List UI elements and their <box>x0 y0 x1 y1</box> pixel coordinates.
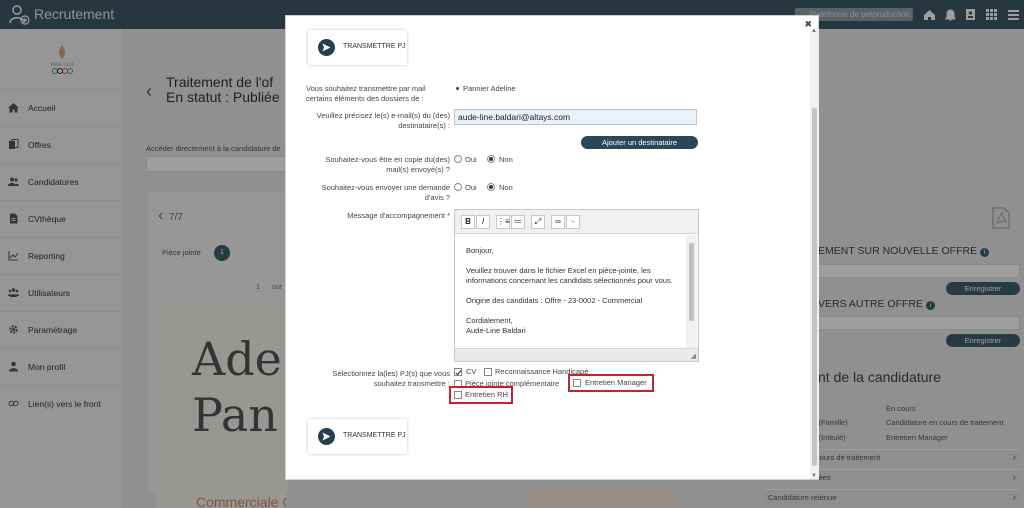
scroll-up-icon[interactable]: ▲ <box>811 28 817 34</box>
pj-manager-label: Entretien Manager <box>585 378 647 387</box>
pj-select-label: Sélectionnez la(les) PJ(s) que vous souh… <box>332 369 450 388</box>
review-oui-label: Oui <box>465 183 477 192</box>
editor-toolbar: B I ⋮≡ ≔ ⤢ ∞ ⌁ <box>455 210 698 234</box>
pj-handicap-checkbox[interactable] <box>484 368 492 376</box>
resize-handle-icon[interactable]: ◢ <box>691 352 696 360</box>
review-question-label: Souhaitez-vous envoyer une demande d'avi… <box>321 183 450 202</box>
modal-scrollbar-thumb[interactable] <box>812 108 817 466</box>
transmit-pj-modal: ✖ ▲ ▼ TRANSMETTRE PJ Vous souhaitez tran… <box>285 15 819 480</box>
unlink-icon[interactable]: ⌁ <box>566 215 580 229</box>
pj-cv-checkbox[interactable] <box>454 368 462 376</box>
message-label: Message d'accompagnement * <box>347 211 450 220</box>
editor-scrollbar[interactable] <box>686 235 697 348</box>
modal-scrollbar[interactable]: ▲ ▼ <box>810 28 819 479</box>
pj-rh-label: Entretien RH <box>465 390 508 399</box>
review-non-label: Non <box>499 183 513 192</box>
send-icon <box>318 39 335 56</box>
review-oui-radio[interactable] <box>454 183 462 191</box>
message-editor: B I ⋮≡ ≔ ⤢ ∞ ⌁ Bonjour, Veuillez trouver… <box>454 209 699 362</box>
add-recipient-button[interactable]: Ajouter un destinataire <box>581 136 698 149</box>
message-body[interactable]: Bonjour, Veuillez trouver dans le fichie… <box>466 246 673 336</box>
copy-oui-radio[interactable] <box>454 155 462 163</box>
transmit-pj-button-top[interactable]: TRANSMETTRE PJ <box>308 30 407 65</box>
copy-oui-label: Oui <box>465 155 477 164</box>
editor-footer: ◢ <box>455 348 698 361</box>
emails-label: Veuillez précisez le(s) e-mail(s) du (de… <box>316 111 450 130</box>
bullet-list-icon[interactable]: ≔ <box>511 215 525 229</box>
numbered-list-icon[interactable]: ⋮≡ <box>496 215 510 229</box>
recipient-email-input[interactable] <box>454 109 697 125</box>
copy-non-label: Non <box>499 155 513 164</box>
scroll-down-icon[interactable]: ▼ <box>811 473 817 479</box>
copy-question-label: Souhaitez-vous être en copie du(des) mai… <box>325 155 450 174</box>
review-non-radio[interactable] <box>487 183 495 191</box>
bullet <box>456 87 459 90</box>
italic-button[interactable]: I <box>476 215 490 229</box>
bold-button[interactable]: B <box>461 215 475 229</box>
pj-manager-checkbox[interactable] <box>573 379 581 387</box>
pj-cv-label: CV <box>466 367 477 376</box>
copy-non-radio[interactable] <box>487 155 495 163</box>
transmit-pj-button-bottom[interactable]: TRANSMETTRE PJ <box>308 419 407 454</box>
transmit-question-label: Vous souhaitez transmettre par mail cert… <box>306 84 426 103</box>
editor-scrollbar-thumb[interactable] <box>689 243 694 321</box>
send-icon <box>318 428 335 445</box>
candidate-name: Pannier Adeline <box>463 84 516 93</box>
fullscreen-icon[interactable]: ⤢ <box>531 215 545 229</box>
pj-rh-checkbox[interactable] <box>454 391 462 399</box>
link-icon[interactable]: ∞ <box>551 215 565 229</box>
